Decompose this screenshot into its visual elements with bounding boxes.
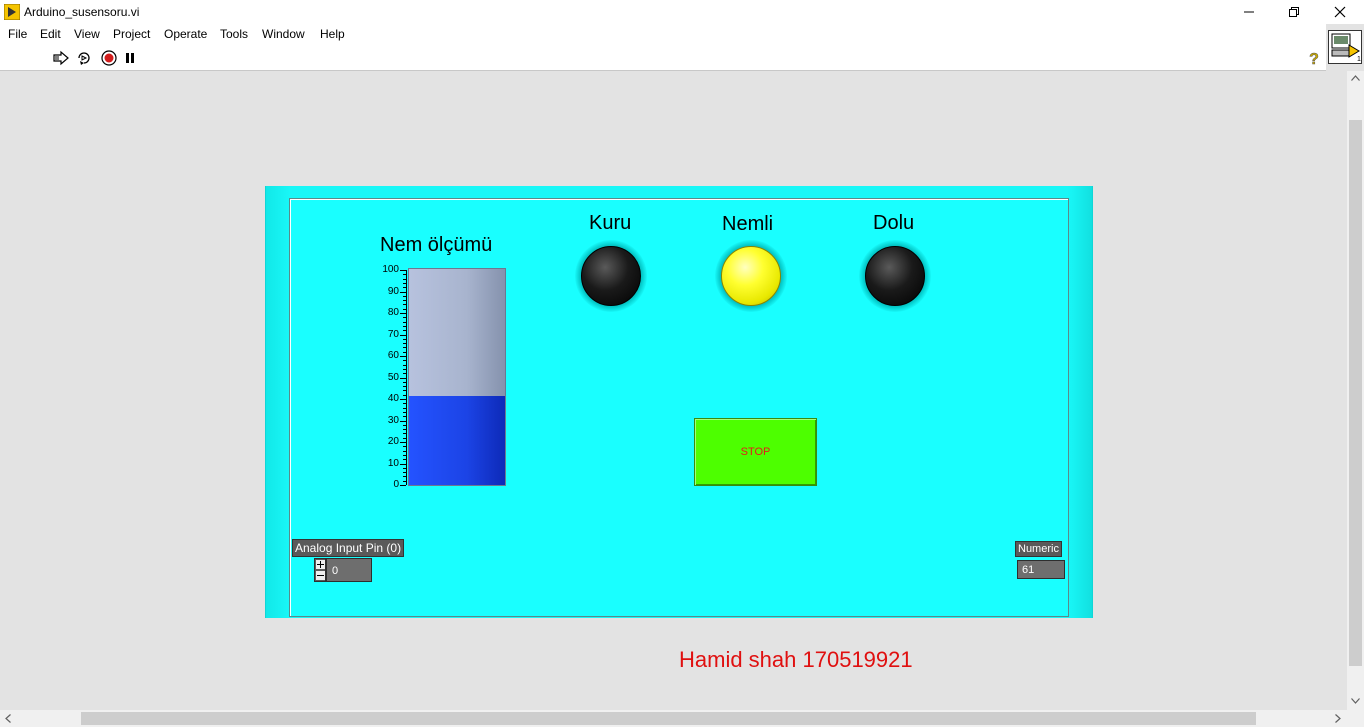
close-button[interactable]: [1317, 0, 1363, 24]
tank-tick-label: 90: [387, 285, 399, 297]
numeric-value: 61: [1022, 564, 1035, 576]
abort-icon[interactable]: [101, 50, 117, 66]
tank-tick-major: [400, 485, 406, 486]
frame-left-edge: [266, 186, 290, 618]
title-bar: Arduino_susensoru.vi: [0, 0, 1364, 24]
analog-input-value: 0: [332, 565, 339, 577]
menu-window[interactable]: Window: [262, 27, 305, 41]
menu-project[interactable]: Project: [113, 27, 150, 41]
svg-text:?: ?: [1309, 51, 1319, 66]
run-arrow-icon[interactable]: [53, 50, 69, 66]
analog-input-field[interactable]: 0: [326, 558, 372, 582]
numeric-label: Numeric: [1015, 541, 1062, 557]
tank-fill-level: [409, 396, 505, 485]
tank-tick-label: 10: [387, 457, 399, 469]
window-title: Arduino_susensoru.vi: [24, 5, 140, 19]
menu-tools[interactable]: Tools: [220, 27, 248, 41]
stop-button[interactable]: STOP: [694, 418, 817, 486]
scroll-left-icon[interactable]: [5, 714, 11, 723]
decrement-icon[interactable]: [316, 571, 325, 580]
tank-tick-label: 70: [387, 328, 399, 340]
led-label-kuru: Kuru: [589, 212, 632, 234]
menu-operate[interactable]: Operate: [164, 27, 207, 41]
toolbar: ?: [0, 44, 1326, 71]
horizontal-scroll-thumb[interactable]: [81, 712, 1256, 725]
svg-text:1: 1: [1357, 56, 1361, 63]
tank-tick-label: 60: [387, 350, 399, 361]
numeric-indicator: 61: [1017, 560, 1065, 579]
vi-connector-icon: 1: [1331, 33, 1361, 63]
minimize-button[interactable]: [1226, 0, 1272, 24]
menu-bar: File Edit View Project Operate Tools Win…: [0, 24, 1326, 44]
author-text: Hamid shah 170519921: [679, 647, 913, 672]
run-continuously-icon[interactable]: [76, 50, 92, 66]
scroll-right-icon[interactable]: [1335, 714, 1341, 723]
scroll-up-icon[interactable]: [1351, 75, 1360, 81]
vertical-scrollbar[interactable]: [1347, 71, 1364, 710]
menu-file[interactable]: File: [8, 27, 27, 41]
analog-input-label: Analog Input Pin (0): [292, 539, 405, 557]
scroll-down-icon[interactable]: [1351, 698, 1360, 704]
menu-help[interactable]: Help: [320, 27, 345, 41]
pause-icon[interactable]: [122, 50, 138, 66]
labview-window: Arduino_susensoru.vi File Edit View Proj…: [0, 0, 1364, 727]
tank-tick-label: 0: [393, 479, 399, 490]
tank-scale-axis: [406, 270, 407, 485]
tank-title: Nem ölçümü: [380, 234, 493, 256]
frame-right-edge: [1068, 186, 1092, 618]
led-kuru[interactable]: [581, 246, 641, 306]
vertical-scroll-thumb[interactable]: [1349, 120, 1362, 666]
minimize-icon: [1244, 11, 1254, 13]
moisture-tank[interactable]: [408, 268, 506, 486]
tank-tick-label: 30: [387, 414, 399, 426]
tank-tick-label: 50: [387, 371, 399, 383]
restore-button[interactable]: [1271, 0, 1317, 24]
analog-input-stepper[interactable]: [314, 558, 326, 582]
menu-edit[interactable]: Edit: [40, 27, 61, 41]
led-nemli[interactable]: [721, 246, 781, 306]
led-label-dolu: Dolu: [873, 212, 915, 234]
labview-app-icon: [4, 4, 20, 20]
restore-icon: [1289, 7, 1299, 17]
vi-icon[interactable]: 1: [1328, 30, 1362, 64]
stop-button-label: STOP: [740, 446, 771, 458]
tank-tick-label: 80: [387, 307, 399, 318]
increment-icon[interactable]: [316, 560, 325, 569]
led-dolu[interactable]: [865, 246, 925, 306]
tank-tick-label: 100: [382, 264, 399, 275]
tank-tick-label: 40: [387, 393, 399, 404]
horizontal-scrollbar[interactable]: [0, 710, 1364, 727]
menu-view[interactable]: View: [74, 27, 100, 41]
close-icon: [1334, 6, 1346, 18]
tank-tick-label: 20: [387, 436, 399, 447]
led-label-nemli: Nemli: [722, 213, 774, 235]
question-mark-icon[interactable]: ?: [1306, 50, 1322, 66]
